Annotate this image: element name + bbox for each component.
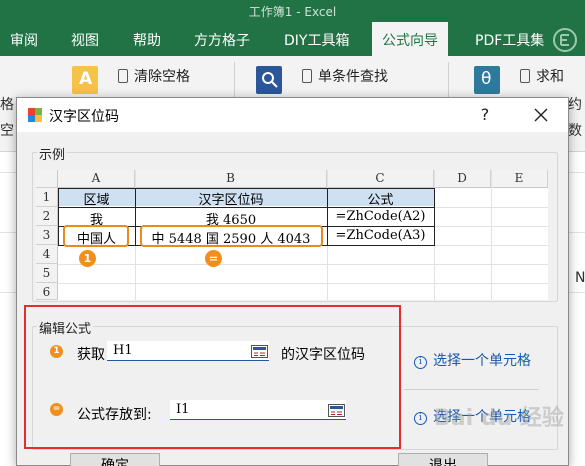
tab-review[interactable]: 审阅 xyxy=(10,30,38,50)
ribbon-cut-left-1: 格 xyxy=(0,97,14,113)
example-grid: A B C D E 1 2 3 4 5 6 区域 汉字区位码 公式 我 我 46… xyxy=(36,170,548,300)
tab-formula-wizard[interactable]: 公式向导 xyxy=(372,22,448,56)
highlight-frame xyxy=(24,305,401,449)
cell-a1: 区域 xyxy=(83,193,110,208)
ok-button[interactable]: 确定 xyxy=(70,453,160,466)
app-icon xyxy=(28,108,42,122)
sum-icon xyxy=(520,69,530,83)
clear-spaces-icon xyxy=(118,69,128,83)
ribbon-cut-left-2: 空 xyxy=(0,123,14,139)
ribbon-tab-bar: 审阅 视图 帮助 方方格子 DIY工具箱 公式向导 PDF工具集 xyxy=(0,22,585,56)
row-header-1: 1 xyxy=(36,188,58,207)
example-group-label: 示例 xyxy=(37,144,68,163)
tab-view[interactable]: 视图 xyxy=(71,30,99,50)
excel-title-bar: 工作簿1 - Excel xyxy=(0,0,585,22)
info-icon: i xyxy=(414,412,427,425)
tab-fangfang[interactable]: 方方格子 xyxy=(194,30,250,50)
tab-pdf-tools[interactable]: PDF工具集 xyxy=(475,30,544,50)
close-icon xyxy=(534,108,548,122)
ribbon-cut-right-1: 约 xyxy=(568,97,582,113)
row-header-2: 2 xyxy=(36,207,58,226)
col-header-e: E xyxy=(491,170,548,188)
watermark: Bai du 经验 xyxy=(434,406,564,431)
window-title: 工作簿1 - Excel xyxy=(248,5,337,19)
text-tools-icon[interactable]: A xyxy=(72,66,98,94)
app-logo-icon xyxy=(553,28,577,52)
cell-b1: 汉字区位码 xyxy=(198,193,264,208)
magnifier-icon xyxy=(262,72,278,88)
close-button[interactable] xyxy=(523,102,559,128)
col-header-d: D xyxy=(434,170,491,188)
col-header-b: B xyxy=(135,170,327,188)
select-cell-hint-1[interactable]: i 选择一个单元格 xyxy=(414,350,531,370)
badge-step-1: 1 xyxy=(79,250,96,267)
ribbon-cut-right-2: 数 xyxy=(568,123,582,139)
divider xyxy=(404,389,539,390)
row-header-5: 5 xyxy=(36,264,58,283)
single-condition-lookup-button[interactable]: 单条件查找 xyxy=(302,66,388,86)
info-icon: i xyxy=(414,356,427,369)
clear-spaces-button[interactable]: 清除空格 xyxy=(118,66,190,86)
cell-c2: =ZhCode(A2) xyxy=(335,209,426,224)
tab-diy-toolbox[interactable]: DIY工具箱 xyxy=(284,30,349,50)
help-button[interactable]: ? xyxy=(467,102,503,128)
highlight-input-cell xyxy=(63,225,129,247)
badge-step-2: = xyxy=(205,250,222,267)
lookup-tools-icon[interactable] xyxy=(256,66,282,94)
dialog-title-bar: 汉字区位码 ? xyxy=(17,98,568,132)
row-header-6: 6 xyxy=(36,283,58,300)
row-header-3: 3 xyxy=(36,226,58,245)
cell-c1: 公式 xyxy=(367,193,394,208)
col-header-c: C xyxy=(327,170,434,188)
row-header-4: 4 xyxy=(36,245,58,264)
dialog-title: 汉字区位码 xyxy=(49,109,119,125)
col-header-a: A xyxy=(58,170,135,188)
column-cut-right: N xyxy=(575,270,585,286)
tab-help[interactable]: 帮助 xyxy=(133,30,161,50)
cancel-button[interactable]: 退出 xyxy=(398,453,488,466)
lookup-icon xyxy=(302,69,312,83)
sum-button[interactable]: 求和 xyxy=(520,66,564,86)
highlight-result-cell xyxy=(140,225,323,247)
cell-c3: =ZhCode(A3) xyxy=(335,228,426,243)
math-tools-icon[interactable]: θ xyxy=(474,66,500,94)
